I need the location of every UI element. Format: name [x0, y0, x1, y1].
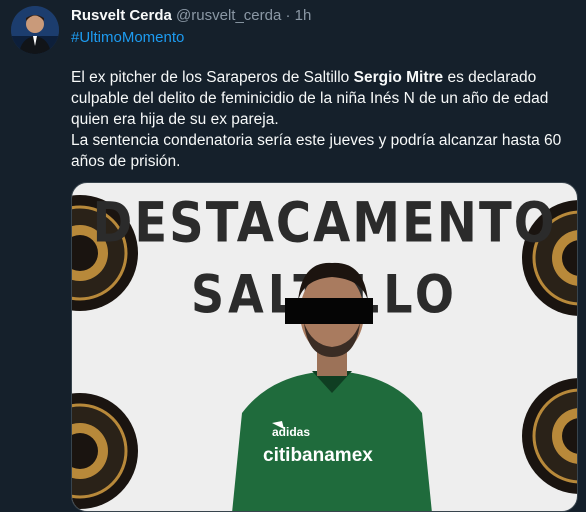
tweet-text-part: El ex pitcher de los Saraperos de Saltil…: [71, 69, 354, 86]
tweet-paragraph-1: El ex pitcher de los Saraperos de Saltil…: [71, 67, 576, 130]
separator-dot: ·: [285, 7, 291, 24]
timestamp[interactable]: 1h: [295, 7, 312, 24]
display-name[interactable]: Rusvelt Cerda: [71, 7, 172, 24]
agency-seal-right-bottom: [522, 378, 577, 494]
tweet-paragraph-2: La sentencia condenatoria sería este jue…: [71, 132, 562, 170]
tweet-header: Rusvelt Cerda @rusvelt_cerda · 1h: [71, 6, 311, 26]
avatar[interactable]: [11, 6, 59, 54]
tweet-photo[interactable]: DESTACAMENTO SALTILLO adidas citibanamex: [71, 182, 578, 512]
bold-name: Sergio Mitre: [353, 69, 444, 86]
tweet[interactable]: Rusvelt Cerda @rusvelt_cerda · 1h #Ultim…: [0, 0, 586, 512]
tweet-text: El ex pitcher de los Saraperos de Saltil…: [71, 67, 576, 172]
user-handle[interactable]: @rusvelt_cerda: [176, 7, 281, 24]
sign-title: DESTACAMENTO: [92, 190, 557, 256]
avatar-image: [11, 6, 59, 54]
hashtag-link[interactable]: #UltimoMomento: [71, 28, 184, 48]
shirt-brand: adidas: [272, 425, 311, 439]
agency-seal-left-bottom: [72, 393, 138, 509]
eye-censor-bar: [285, 298, 373, 324]
person-figure: [232, 262, 432, 511]
shirt-sponsor: citibanamex: [263, 445, 373, 466]
